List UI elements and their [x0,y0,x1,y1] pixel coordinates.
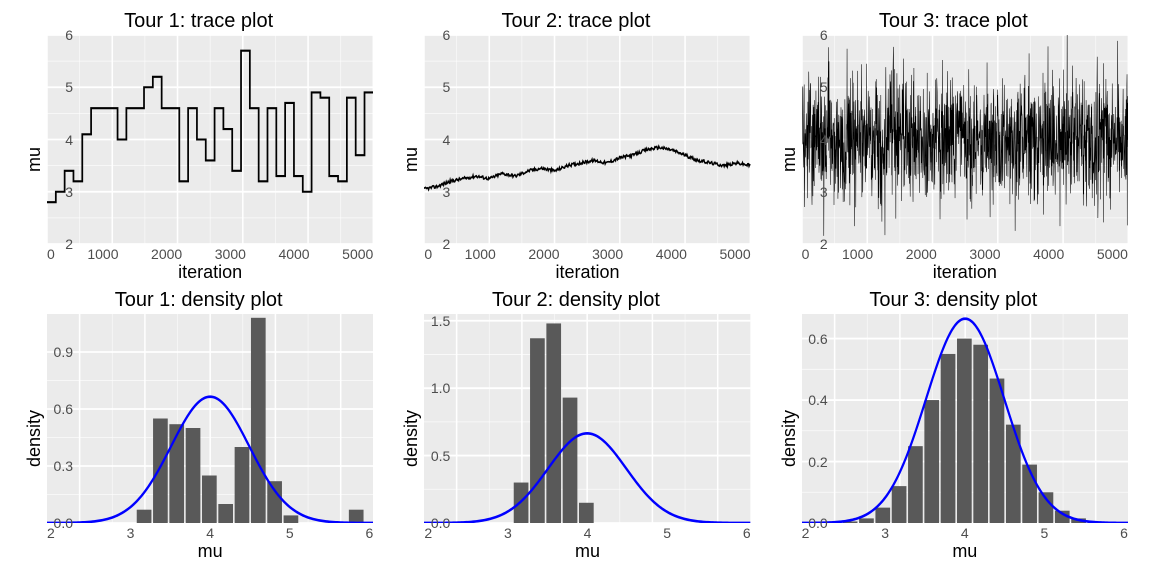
dens1-ylabel: density [24,314,45,562]
dens1-panel: 0.00.30.60.9 [47,314,373,523]
trace3-ylabel: mu [779,35,800,283]
trace1-title: Tour 1: trace plot [24,10,373,33]
dens3-title: Tour 3: density plot [779,289,1128,312]
dens3-xlabel: mu [802,541,1128,562]
trace1-xlabel: iteration [47,262,373,283]
trace3-panel: 23456 [802,35,1128,244]
dens3-ylabel: density [779,314,800,562]
dens3-cell: Tour 3: density plot density 0.00.20.40.… [779,289,1128,562]
trace3-xlabel: iteration [802,262,1128,283]
dens1-cell: Tour 1: density plot density 0.00.30.60.… [24,289,373,562]
trace2-panel: 23456 [424,35,750,244]
dens2-cell: Tour 2: density plot density 0.00.51.01.… [401,289,750,562]
dens2-panel: 0.00.51.01.5 [424,314,750,523]
trace2-title: Tour 2: trace plot [401,10,750,33]
trace2-xlabel: iteration [424,262,750,283]
dens2-title: Tour 2: density plot [401,289,750,312]
trace1-ylabel: mu [24,35,45,283]
dens2-ylabel: density [401,314,422,562]
dens3-panel: 0.00.20.40.6 [802,314,1128,523]
trace2-ylabel: mu [401,35,422,283]
dens3-xticks: 23456 [802,525,1128,541]
dens1-xlabel: mu [47,541,373,562]
trace2-xticks: 010002000300040005000 [424,246,750,262]
trace3-cell: Tour 3: trace plot mu 23456 010002000300… [779,10,1128,283]
trace2-cell: Tour 2: trace plot mu 23456 010002000300… [401,10,750,283]
trace3-xticks: 010002000300040005000 [802,246,1128,262]
trace1-cell: Tour 1: trace plot mu 23456 010002000300… [24,10,373,283]
chart-grid: Tour 1: trace plot mu 23456 010002000300… [0,0,1152,576]
trace1-xticks: 010002000300040005000 [47,246,373,262]
trace1-panel: 23456 [47,35,373,244]
dens2-xlabel: mu [424,541,750,562]
dens1-xticks: 23456 [47,525,373,541]
dens1-title: Tour 1: density plot [24,289,373,312]
trace3-title: Tour 3: trace plot [779,10,1128,33]
dens2-xticks: 23456 [424,525,750,541]
